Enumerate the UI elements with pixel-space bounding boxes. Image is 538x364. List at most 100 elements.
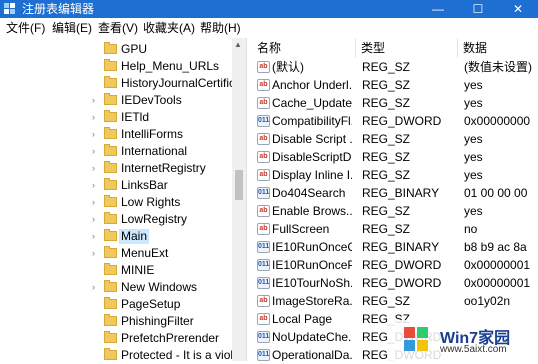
menu-favorites[interactable]: 收藏夹(A)	[143, 21, 195, 35]
value-type: REG_BINARY	[362, 240, 440, 254]
tree-key-label: New Windows	[121, 280, 198, 294]
folder-icon	[104, 144, 117, 156]
tree-key-row[interactable]: GPU	[0, 41, 232, 58]
column-header-type[interactable]: 类型	[356, 38, 458, 58]
tree-key-label: IntelliForms	[121, 127, 184, 141]
value-row[interactable]: 011 CompatibilityFl... REG_DWORD 0x00000000	[252, 113, 538, 131]
binary-value-icon: 011	[257, 115, 270, 127]
value-type: REG_SZ	[362, 204, 411, 218]
string-value-icon: ab	[257, 97, 270, 109]
tree-key-row[interactable]: PrefetchPrerender	[0, 330, 232, 347]
value-row[interactable]: 011IE10RunOnceP... REG_DWORD 0x00000001	[252, 257, 538, 275]
value-type: REG_SZ	[362, 222, 411, 236]
value-name: DisableScriptD...	[272, 150, 352, 164]
registry-values-list: 名称 类型 数据 ab (默认) REG_SZ (数值未设置) ab Anchor Und…	[252, 38, 538, 361]
tree-key-row[interactable]: › New Windows	[0, 279, 232, 296]
tree-key-row[interactable]: MINIE	[0, 262, 232, 279]
tree-key-row[interactable]: › MenuExt	[0, 245, 232, 262]
folder-icon	[104, 110, 117, 122]
binary-value-icon: 011	[257, 331, 270, 343]
tree-key-row[interactable]: › InternetRegistry	[0, 160, 232, 177]
string-value-icon: ab	[257, 295, 270, 307]
menu-file[interactable]: 文件(F)	[6, 21, 45, 35]
value-type: REG_BINARY	[362, 186, 440, 200]
tree-key-row[interactable]: Help_Menu_URLs	[0, 58, 232, 75]
value-name: FullScreen	[272, 222, 330, 236]
tree-key-row[interactable]: › International	[0, 143, 232, 160]
chevron-right-icon[interactable]: ›	[92, 163, 100, 173]
close-button[interactable]: ✕	[498, 0, 538, 18]
title-bar: 注册表编辑器 — ☐ ✕	[0, 0, 538, 18]
value-name: (默认)	[272, 60, 304, 74]
value-row[interactable]: ab ImageStoreRa... REG_SZ oo1y02n	[252, 293, 538, 311]
value-row[interactable]: 011 Do404Search REG_BINARY 01 00 00 00	[252, 185, 538, 203]
tree-key-row[interactable]: › Main	[0, 228, 232, 245]
tree-key-label: International	[121, 144, 188, 158]
value-row[interactable]: 011IE10RunOnceC... REG_BINARY b8 b9 ac 8a	[252, 239, 538, 257]
value-row[interactable]: abCache_Update... REG_SZ yes	[252, 95, 538, 113]
chevron-right-icon[interactable]: ›	[92, 231, 100, 241]
tree-key-row[interactable]: › IEDevTools	[0, 92, 232, 109]
tree-key-row[interactable]: › LinksBar	[0, 177, 232, 194]
column-header-data[interactable]: 数据	[458, 38, 538, 58]
scroll-up-icon[interactable]: ▲	[234, 40, 242, 49]
tree-key-row[interactable]: › IntelliForms	[0, 126, 232, 143]
binary-value-icon: 011	[257, 187, 270, 199]
chevron-right-icon[interactable]: ›	[92, 95, 100, 105]
value-row[interactable]: ab Display Inline I... REG_SZ yes	[252, 167, 538, 185]
value-row[interactable]: ab Anchor Underl... REG_SZ yes	[252, 77, 538, 95]
binary-value-icon: 011	[257, 277, 270, 289]
value-data: (数值未设置)	[464, 60, 532, 74]
tree-scrollbar[interactable]: ▲	[232, 38, 246, 361]
chevron-right-icon[interactable]: ›	[92, 214, 100, 224]
tree-key-row[interactable]: › IETld	[0, 109, 232, 126]
folder-icon	[104, 314, 117, 326]
value-row[interactable]: ab (默认) REG_SZ (数值未设置)	[252, 59, 538, 77]
folder-icon	[104, 42, 117, 54]
tree-key-row[interactable]: › Low Rights	[0, 194, 232, 211]
chevron-right-icon[interactable]: ›	[92, 197, 100, 207]
value-data: yes	[464, 150, 483, 164]
value-data: b8 b9 ac 8a	[464, 240, 527, 254]
value-data: oo1y02n	[464, 294, 511, 308]
folder-icon	[104, 59, 117, 71]
chevron-right-icon[interactable]: ›	[92, 129, 100, 139]
menu-view[interactable]: 查看(V)	[98, 21, 138, 35]
chevron-right-icon[interactable]: ›	[92, 282, 100, 292]
value-row[interactable]: ab Enable Brows... REG_SZ yes	[252, 203, 538, 221]
scrollbar-thumb[interactable]	[235, 170, 243, 200]
tree-key-label: GPU	[121, 42, 148, 56]
folder-icon	[104, 348, 117, 360]
maximize-button[interactable]: ☐	[458, 0, 498, 18]
string-value-icon: ab	[257, 223, 270, 235]
tree-key-row[interactable]: HistoryJournalCertifica	[0, 75, 242, 92]
tree-key-label: LowRegistry	[121, 212, 188, 226]
menu-edit[interactable]: 编辑(E)	[52, 21, 92, 35]
tree-key-row[interactable]: › LowRegistry	[0, 211, 232, 228]
tree-key-row[interactable]: Protected - It is a viola	[0, 347, 240, 361]
chevron-right-icon[interactable]: ›	[92, 112, 100, 122]
value-type: REG_SZ	[362, 150, 411, 164]
chevron-right-icon[interactable]: ›	[92, 180, 100, 190]
value-row[interactable]: ab FullScreen REG_SZ no	[252, 221, 538, 239]
value-type: REG_DWORD	[362, 258, 442, 272]
tree-key-label: Low Rights	[121, 195, 181, 209]
value-row[interactable]: 011 IE10TourNoSh... REG_DWORD 0x00000001	[252, 275, 538, 293]
folder-icon	[104, 263, 117, 275]
value-row[interactable]: ab Disable Script ... REG_SZ yes	[252, 131, 538, 149]
minimize-button[interactable]: —	[418, 0, 458, 18]
tree-key-row[interactable]: PhishingFilter	[0, 313, 232, 330]
value-name: IE10TourNoSh...	[272, 276, 352, 290]
value-type: REG_SZ	[362, 132, 411, 146]
value-data: yes	[464, 204, 483, 218]
tree-key-label: InternetRegistry	[121, 161, 206, 175]
tree-key-row[interactable]: PageSetup	[0, 296, 232, 313]
tree-key-label: HistoryJournalCertifica	[121, 76, 242, 90]
chevron-right-icon[interactable]: ›	[92, 248, 100, 258]
tree-key-label: PhishingFilter	[121, 314, 194, 328]
menu-help[interactable]: 帮助(H)	[200, 21, 241, 35]
chevron-right-icon[interactable]: ›	[92, 146, 100, 156]
value-row[interactable]: abDisableScriptD... REG_SZ yes	[252, 149, 538, 167]
column-header-name[interactable]: 名称	[252, 38, 356, 58]
folder-icon	[104, 331, 117, 343]
